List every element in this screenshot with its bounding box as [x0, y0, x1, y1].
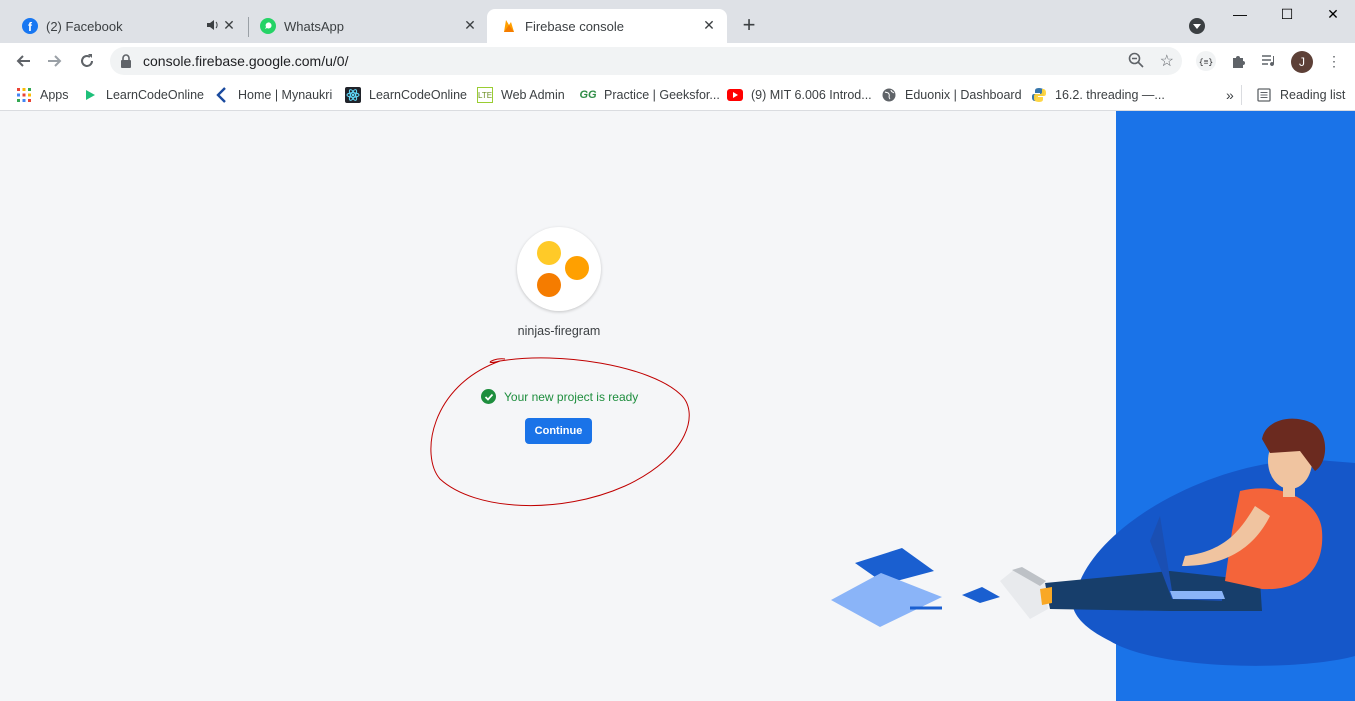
bookmark-eduonix[interactable]: Eduonix | Dashboard [881, 86, 1022, 104]
geeksforgeeks-icon: GG [579, 89, 597, 101]
bookmark-learncodeonline[interactable]: LearnCodeOnline [82, 86, 204, 104]
tab-title: Firebase console [525, 18, 624, 34]
apps-grid-icon [16, 87, 32, 103]
close-tab-icon[interactable]: ✕ [701, 17, 717, 33]
bookmark-apps[interactable]: Apps [16, 86, 69, 104]
avatar-dot-yellow [537, 241, 561, 265]
profile-avatar[interactable]: J [1291, 51, 1313, 73]
bookmarks-bar: Apps LearnCodeOnline Home | Mynaukri Lea… [0, 79, 1355, 111]
new-tab-button[interactable]: + [738, 14, 760, 36]
zoom-icon[interactable] [1128, 52, 1144, 73]
avatar-dot-orange [537, 273, 561, 297]
facebook-icon: f [22, 18, 38, 34]
bookmark-web-admin[interactable]: LTE Web Admin [477, 86, 565, 104]
project-ready-status: Your new project is ready [481, 389, 638, 404]
lte-icon: LTE [477, 87, 493, 103]
extensions-puzzle-icon[interactable] [1228, 51, 1248, 71]
continue-button[interactable]: Continue [525, 418, 592, 444]
python-icon [1031, 87, 1047, 103]
more-bookmarks-icon[interactable]: » [1226, 86, 1234, 104]
browser-toolbar: console.firebase.google.com/u/0/ ☆ {≡} ⋮ [0, 43, 1355, 79]
whatsapp-icon [260, 18, 276, 34]
tab-title: (2) Facebook [46, 18, 123, 34]
reload-icon[interactable] [76, 50, 98, 72]
tab-facebook[interactable]: f (2) Facebook ✕ [0, 9, 247, 43]
tab-search-icon[interactable] [1189, 18, 1205, 34]
bookmark-python-threading[interactable]: 16.2. threading —... [1031, 86, 1165, 104]
minimize-icon[interactable]: — [1230, 6, 1250, 22]
close-tab-icon[interactable]: ✕ [221, 17, 237, 33]
menu-kebab-icon[interactable]: ⋮ [1324, 51, 1344, 71]
bookmark-geeksforgeeks[interactable]: GG Practice | Geeksfor... [579, 86, 719, 104]
check-circle-icon [481, 389, 496, 404]
play-triangle-icon [82, 87, 98, 103]
close-tab-icon[interactable]: ✕ [462, 17, 478, 33]
annotation-ellipse [430, 357, 690, 507]
media-control-icon[interactable] [1259, 51, 1279, 71]
firebase-icon [501, 18, 517, 34]
browser-tab-strip: f (2) Facebook ✕ WhatsApp ✕ Firebase con… [0, 0, 1355, 43]
maximize-icon[interactable]: ☐ [1277, 6, 1297, 23]
json-viewer-extension-icon[interactable]: {≡} [1196, 51, 1216, 71]
globe-icon [881, 87, 897, 103]
tab-firebase[interactable]: Firebase console ✕ [487, 9, 727, 43]
url-text: console.firebase.google.com/u/0/ [143, 53, 349, 69]
youtube-icon [727, 87, 743, 103]
back-icon[interactable] [12, 50, 34, 72]
bookmark-mynaukri[interactable]: Home | Mynaukri [214, 86, 332, 104]
bookmark-mit-youtube[interactable]: (9) MIT 6.006 Introd... [727, 86, 872, 104]
reading-list-button[interactable]: Reading list [1256, 86, 1345, 104]
lock-icon[interactable] [120, 53, 132, 74]
tab-whatsapp[interactable]: WhatsApp ✕ [238, 9, 488, 43]
avatar-dot-amber [565, 256, 589, 280]
forward-icon[interactable] [44, 50, 66, 72]
mynaukri-icon [214, 87, 230, 103]
speaker-icon[interactable] [205, 18, 219, 35]
close-window-icon[interactable]: ✕ [1323, 6, 1343, 23]
address-bar[interactable]: console.firebase.google.com/u/0/ ☆ [110, 47, 1182, 75]
bookmark-learncodeonline-2[interactable]: LearnCodeOnline [345, 86, 467, 104]
react-atom-icon [345, 87, 361, 103]
reading-list-icon [1256, 87, 1272, 103]
project-avatar [517, 227, 601, 311]
project-name: ninjas-firegram [517, 324, 601, 338]
svg-text:{≡}: {≡} [1199, 59, 1213, 68]
status-text: Your new project is ready [504, 389, 639, 404]
firebase-page: ninjas-firegram Your new project is read… [0, 111, 1355, 701]
tab-title: WhatsApp [284, 18, 344, 34]
bookmark-star-icon[interactable]: ☆ [1160, 51, 1174, 71]
